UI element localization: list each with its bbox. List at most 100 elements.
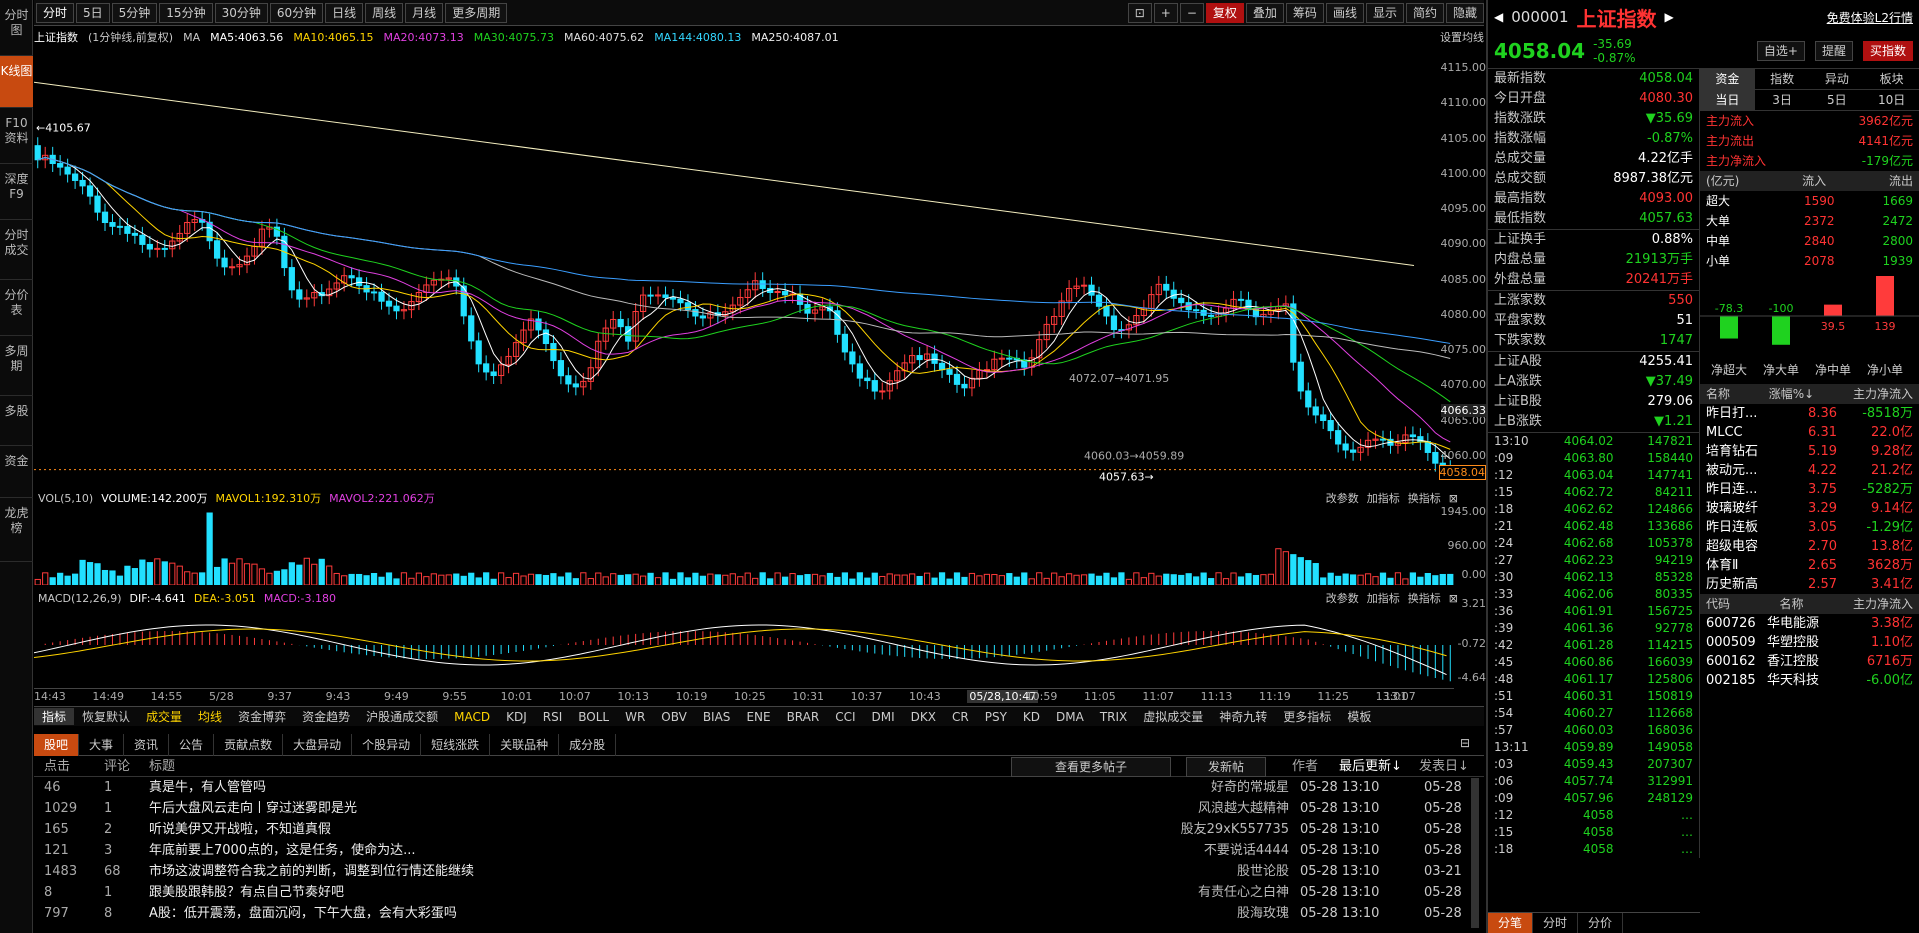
simple-button[interactable]: 简约 <box>1405 2 1444 23</box>
vtab-depth[interactable]: 深度F9 <box>0 164 33 220</box>
indicator-23[interactable]: TRIX <box>1092 710 1135 724</box>
indicator-19[interactable]: CR <box>944 710 977 724</box>
expand-icon[interactable]: ⊟ <box>1460 736 1470 750</box>
indicator-16[interactable]: CCI <box>827 710 863 724</box>
col-author[interactable]: 作者 <box>1292 757 1318 777</box>
indicator-5[interactable]: 资金趋势 <box>294 708 358 725</box>
post-title[interactable]: 真是牛，有人管管吗 <box>149 778 266 798</box>
post-row[interactable]: 121 3 年底前要上7000点的，这是任务，使命为达... 不要说话4444 05-2… <box>34 841 1484 861</box>
col-clicks[interactable]: 点击 <box>44 757 70 777</box>
sector-row[interactable]: 昨日连板 3.05 -1.29亿 <box>1700 518 1919 537</box>
sector-head-cell[interactable]: 涨幅%↓ <box>1769 384 1814 404</box>
hide-button[interactable]: 隐藏 <box>1445 2 1484 23</box>
vtab-kline[interactable]: K线图 <box>0 56 33 108</box>
indicator-24[interactable]: 虚拟成交量 <box>1135 708 1211 725</box>
chips-button[interactable]: 筹码 <box>1285 2 1324 23</box>
ma-settings-link[interactable]: 设置均线 <box>1440 29 1484 45</box>
post-row[interactable]: 165 2 听说美伊又开战啦，不知道真假 股友29xK557735 05-28 13:1… <box>34 820 1484 840</box>
period-30min[interactable]: 30分钟 <box>214 2 268 23</box>
period-monthly[interactable]: 月线 <box>405 2 444 23</box>
post-row[interactable]: 8 1 跟美股跟韩股？有点自己节奏好吧 有责任心之白神 05-28 13:10 05-28 <box>34 883 1484 903</box>
fund-tab-1[interactable]: 指数 <box>1755 69 1810 89</box>
indicator-18[interactable]: DKX <box>903 710 944 724</box>
alert-button[interactable]: 提醒 <box>1814 41 1853 61</box>
indicator-1[interactable]: 恢复默认 <box>74 708 138 725</box>
indicator-2[interactable]: 成交量 <box>138 708 190 725</box>
post-row[interactable]: 1029 1 午后大盘风云走向丨穿过迷雾即是光 风浪越大越精神 05-28 13:10 0… <box>34 799 1484 819</box>
indicator-3[interactable]: 均线 <box>190 708 230 725</box>
bottom-tab-0[interactable]: 分笔 <box>1488 913 1534 933</box>
sector-row[interactable]: 昨日打... 8.36 -8518万 <box>1700 404 1919 423</box>
fund-subtab-1[interactable]: 3日 <box>1755 90 1810 110</box>
post-author[interactable]: 不要说话4444 <box>1114 841 1289 861</box>
post-author[interactable]: 好奇的常城星 <box>1114 778 1289 798</box>
post-title[interactable]: 听说美伊又开战啦，不知道真假 <box>149 820 331 840</box>
post-author[interactable]: 股世论股 <box>1114 862 1289 882</box>
col-comments[interactable]: 评论 <box>104 757 130 777</box>
vtab-dragon-tiger[interactable]: 龙虎榜 <box>0 498 33 562</box>
sector-row[interactable]: 培育钻石 5.19 9.28亿 <box>1700 442 1919 461</box>
fund-tab-0[interactable]: 资金 <box>1700 69 1755 89</box>
forum-tab-2[interactable]: 资讯 <box>124 733 170 756</box>
stock-row[interactable]: 600726 华电能源 3.38亿 <box>1700 614 1919 633</box>
post-title[interactable]: 午后大盘风云走向丨穿过迷雾即是光 <box>149 799 357 819</box>
col-updated[interactable]: 最后更新↓ <box>1339 757 1402 777</box>
vtab-trades[interactable]: 分时成交 <box>0 220 33 280</box>
lock-icon[interactable]: ⊡ <box>1127 2 1152 23</box>
zoom-in-icon[interactable]: + <box>1153 2 1178 23</box>
buy-index-button[interactable]: 买指数 <box>1862 41 1913 61</box>
sector-row[interactable]: 昨日连... 3.75 -5282万 <box>1700 480 1919 499</box>
vtab-timeshare[interactable]: 分时图 <box>0 0 33 56</box>
fund-subtab-0[interactable]: 当日 <box>1700 90 1755 110</box>
overlay-dropdown[interactable]: 叠加 <box>1245 2 1284 23</box>
forum-tab-7[interactable]: 短线涨跌 <box>421 733 491 756</box>
period-1min[interactable]: 分时 <box>36 2 75 23</box>
fund-subtab-3[interactable]: 10日 <box>1864 90 1919 110</box>
sector-row[interactable]: 玻璃玻纤 3.29 9.14亿 <box>1700 499 1919 518</box>
sector-row[interactable]: MLCC 6.31 22.0亿 <box>1700 423 1919 442</box>
kline-chart[interactable]: ←4105.67 4072.07→4071.95 4060.03→4059.89 40… <box>34 47 1454 484</box>
period-daily[interactable]: 日线 <box>325 2 364 23</box>
vtab-fund[interactable]: 资金 <box>0 446 33 498</box>
indicator-9[interactable]: RSI <box>535 710 571 724</box>
post-author[interactable]: 股海玫瑰 <box>1114 904 1289 924</box>
indicator-10[interactable]: BOLL <box>570 710 617 724</box>
indicator-7[interactable]: MACD <box>446 710 498 724</box>
indicator-6[interactable]: 沪股通成交额 <box>358 708 446 725</box>
vtab-multi-stock[interactable]: 多股 <box>0 396 33 446</box>
forum-tab-4[interactable]: 贡献点数 <box>214 733 284 756</box>
new-post-button[interactable]: 发新帖 <box>1186 757 1266 777</box>
indicator-20[interactable]: PSY <box>977 710 1015 724</box>
indicator-22[interactable]: DMA <box>1048 710 1092 724</box>
forum-tab-5[interactable]: 大盘异动 <box>283 733 353 756</box>
post-author[interactable]: 有责任心之白神 <box>1114 883 1289 903</box>
indicator-21[interactable]: KD <box>1015 710 1048 724</box>
fund-tab-3[interactable]: 板块 <box>1864 69 1919 89</box>
indicator-15[interactable]: BRAR <box>779 710 828 724</box>
indicator-4[interactable]: 资金博弈 <box>230 708 294 725</box>
indicator-12[interactable]: OBV <box>653 710 695 724</box>
forum-tab-0[interactable]: 股吧 <box>34 733 80 756</box>
draw-line-button[interactable]: 画线 <box>1325 2 1364 23</box>
more-posts-button[interactable]: 查看更多帖子 <box>1011 757 1171 777</box>
indicator-0[interactable]: 指标 <box>34 708 75 725</box>
vol-change-param[interactable]: 改参数 <box>1326 490 1359 506</box>
post-row[interactable]: 1483 68 市场这波调整符合我之前的判断，调整到位行情还能继续 股世论股 05-28… <box>34 862 1484 882</box>
post-title[interactable]: A股：低开震荡，盘面沉闷，下午大盘，会有大彩蛋吗 <box>149 904 457 924</box>
sector-row[interactable]: 超级电容 2.70 13.8亿 <box>1700 537 1919 556</box>
col-title[interactable]: 标题 <box>149 757 175 777</box>
sector-row[interactable]: 被动元... 4.22 21.2亿 <box>1700 461 1919 480</box>
forum-tab-8[interactable]: 关联品种 <box>490 733 560 756</box>
l2-trial-link[interactable]: 免费体验L2行情 <box>1827 9 1913 26</box>
zoom-out-icon[interactable]: − <box>1179 2 1204 23</box>
period-60min[interactable]: 60分钟 <box>269 2 324 23</box>
indicator-14[interactable]: ENE <box>738 710 778 724</box>
post-title[interactable]: 跟美股跟韩股？有点自己节奏好吧 <box>149 883 344 903</box>
bottom-tab-2[interactable]: 分价 <box>1578 913 1624 933</box>
scrollbar[interactable] <box>1471 778 1479 928</box>
sector-head-cell[interactable]: 名称 <box>1706 384 1730 404</box>
forum-tab-9[interactable]: 成分股 <box>559 733 617 756</box>
post-title[interactable]: 年底前要上7000点的，这是任务，使命为达... <box>149 841 415 861</box>
indicator-17[interactable]: DMI <box>864 710 903 724</box>
adjust-dropdown[interactable]: 复权 <box>1205 2 1244 23</box>
